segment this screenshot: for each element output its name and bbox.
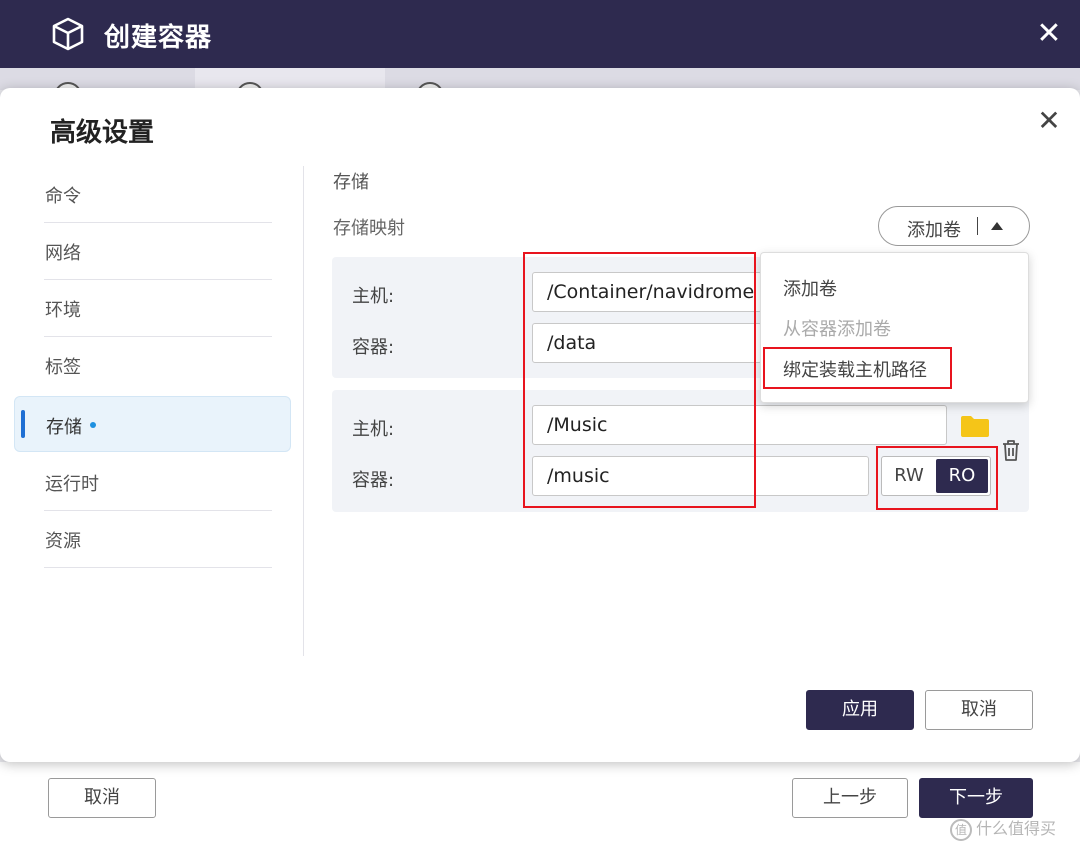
cube-icon (52, 17, 84, 51)
sidebar-item-label: 存储 (46, 417, 82, 438)
modified-dot-icon (90, 422, 96, 428)
host-label: 主机: (352, 419, 395, 440)
sidebar-item-labels[interactable]: 标签 (14, 337, 294, 394)
host-label: 主机: (352, 286, 395, 307)
container-label: 容器: (352, 470, 395, 491)
add-volume-button[interactable]: 添加卷 (878, 206, 1030, 246)
mode-ro-button[interactable]: RO (936, 459, 988, 493)
sidebar-item-label: 网络 (45, 243, 81, 264)
prev-step-button[interactable]: 上一步 (792, 778, 908, 818)
step-arrow (195, 68, 385, 90)
section-subtitle: 存储映射 (333, 218, 405, 239)
add-volume-label: 添加卷 (907, 220, 961, 241)
wizard-cancel-button[interactable]: 取消 (48, 778, 156, 818)
trash-icon[interactable] (1000, 438, 1022, 462)
container-label: 容器: (352, 337, 395, 358)
settings-sidebar: 命令 网络 环境 标签 存储 运行时 资源 (14, 166, 294, 568)
divider (303, 166, 304, 656)
sidebar-item-label: 标签 (45, 357, 81, 378)
window-title: 创建容器 (104, 23, 213, 53)
sidebar-item-environment[interactable]: 环境 (14, 280, 294, 337)
sidebar-item-runtime[interactable]: 运行时 (14, 454, 294, 511)
sidebar-item-command[interactable]: 命令 (14, 166, 294, 223)
section-title: 存储 (333, 172, 369, 193)
divider (44, 567, 272, 568)
sidebar-item-network[interactable]: 网络 (14, 223, 294, 280)
watermark: 值什么值得买 (950, 815, 1056, 841)
close-icon[interactable]: ✕ (1034, 106, 1064, 136)
active-indicator (21, 410, 25, 438)
menu-item-add-from-container: 从容器添加卷 (783, 319, 891, 340)
wizard-steps (0, 68, 1080, 110)
storage-mapping-card: 主机: /Music 容器: /music RW RO (332, 390, 1029, 512)
watermark-text: 什么值得买 (976, 819, 1057, 838)
wizard-footer: 取消 上一步 下一步 (0, 762, 1080, 852)
apply-button[interactable]: 应用 (806, 690, 914, 730)
window-header: 创建容器 ✕ (0, 0, 1080, 68)
host-path-input[interactable]: /Container/navidrome (532, 272, 762, 312)
advanced-settings-dialog: 高级设置 ✕ 命令 网络 环境 标签 存储 运行时 资源 存储 存储映射 添加卷… (0, 88, 1080, 762)
watermark-logo: 值 (950, 818, 972, 841)
sidebar-item-label: 资源 (45, 531, 81, 552)
cancel-button[interactable]: 取消 (925, 690, 1033, 730)
sidebar-item-resources[interactable]: 资源 (14, 511, 294, 568)
sidebar-item-storage[interactable]: 存储 (14, 396, 291, 452)
mode-rw-button[interactable]: RW (882, 457, 936, 495)
divider (977, 217, 978, 235)
caret-up-icon (991, 222, 1003, 230)
close-icon[interactable]: ✕ (1034, 19, 1064, 49)
menu-item-add-volume[interactable]: 添加卷 (783, 275, 837, 301)
folder-icon[interactable] (960, 414, 990, 438)
sidebar-item-label: 运行时 (45, 474, 99, 495)
container-path-input[interactable]: /data (532, 323, 762, 363)
next-step-button[interactable]: 下一步 (919, 778, 1033, 818)
access-mode-toggle: RW RO (881, 456, 991, 496)
add-volume-menu: 添加卷 从容器添加卷 绑定装载主机路径 (760, 252, 1029, 403)
host-path-input[interactable]: /Music (532, 405, 947, 445)
sidebar-item-label: 命令 (45, 186, 81, 207)
sidebar-item-label: 环境 (45, 300, 81, 321)
container-path-input[interactable]: /music (532, 456, 869, 496)
dialog-title: 高级设置 (50, 118, 155, 148)
menu-item-bind-mount-host-path[interactable]: 绑定装载主机路径 (783, 356, 927, 382)
